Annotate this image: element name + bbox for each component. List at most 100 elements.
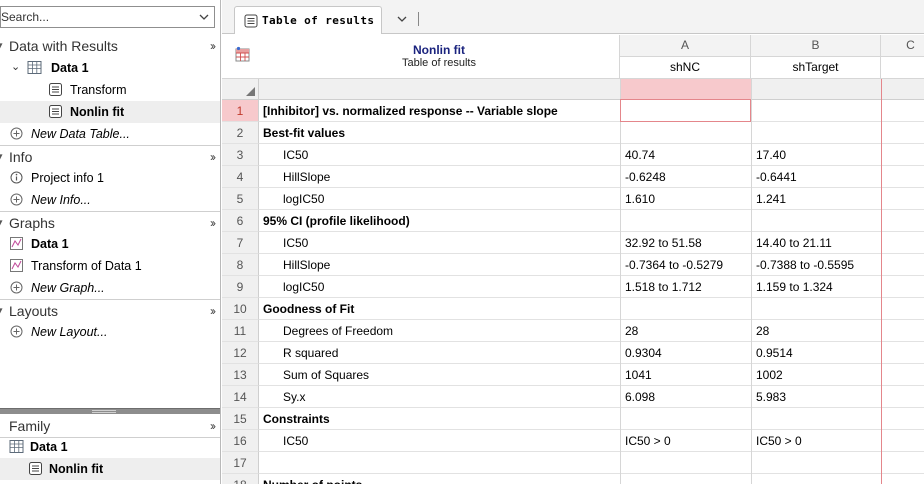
row-number[interactable]: 16 <box>222 430 259 452</box>
search-input[interactable]: Search... <box>0 6 215 28</box>
nav-item-nonlin-fit[interactable]: Nonlin fit <box>0 101 220 123</box>
row-label-cell[interactable]: Best-fit values <box>259 122 620 144</box>
nav-item-new-info[interactable]: New Info... <box>0 189 220 211</box>
section-info[interactable]: ▾ Info ›› <box>0 146 220 168</box>
value-cell-shtarget[interactable]: -0.7388 to -0.5595 <box>751 254 881 276</box>
column-b-band[interactable] <box>751 79 881 100</box>
row-label-cell[interactable]: Sy.x <box>259 386 620 408</box>
section-data-with-results[interactable]: ▾ Data with Results ›› <box>0 35 220 57</box>
row-label-cell[interactable]: Sum of Squares <box>259 364 620 386</box>
row-number[interactable]: 2 <box>222 122 259 144</box>
value-cell-shnc[interactable] <box>620 452 751 474</box>
section-collapse-icon[interactable]: ▾ <box>0 216 3 229</box>
tab-list-chevron-icon[interactable] <box>396 13 408 25</box>
nav-item-graph-transform[interactable]: Transform of Data 1 <box>0 255 220 277</box>
row-number[interactable]: 18 <box>222 474 259 484</box>
value-cell-shnc[interactable]: 0.9304 <box>620 342 751 364</box>
nav-item-new-graph[interactable]: New Graph... <box>0 277 220 299</box>
column-letter-b[interactable]: B <box>751 35 881 57</box>
value-cell-shtarget[interactable]: 1002 <box>751 364 881 386</box>
section-expand-icon[interactable]: ›› <box>210 39 216 53</box>
value-cell-shtarget[interactable]: 28 <box>751 320 881 342</box>
chevron-down-icon[interactable] <box>198 11 210 23</box>
tree-expanded-icon[interactable]: ⌄ <box>11 60 20 73</box>
nav-item-transform[interactable]: Transform <box>0 79 220 101</box>
nav-item-new-layout[interactable]: New Layout... <box>0 321 220 343</box>
value-cell-shnc[interactable]: 1.610 <box>620 188 751 210</box>
value-cell-shnc[interactable]: -0.7364 to -0.5279 <box>620 254 751 276</box>
family-item-data-1[interactable]: Data 1 <box>0 436 220 458</box>
value-cell-shnc[interactable] <box>620 122 751 144</box>
row-label-cell[interactable]: Number of points <box>259 474 620 484</box>
nav-item-new-data-table[interactable]: New Data Table... <box>0 123 220 145</box>
row-label-cell[interactable]: IC50 <box>259 430 620 452</box>
section-expand-icon[interactable]: ›› <box>210 216 216 230</box>
row-label-cell[interactable]: [Inhibitor] vs. normalized response -- V… <box>259 100 620 122</box>
nav-item-project-info-1[interactable]: Project info 1 <box>0 167 220 189</box>
row-number[interactable]: 5 <box>222 188 259 210</box>
column-letter-a[interactable]: A <box>620 35 751 57</box>
value-cell-shtarget[interactable] <box>751 100 881 122</box>
column-c-band[interactable] <box>881 79 924 100</box>
row-label-cell[interactable]: logIC50 <box>259 276 620 298</box>
value-cell-shnc[interactable]: 1.518 to 1.712 <box>620 276 751 298</box>
value-cell-shnc[interactable]: IC50 > 0 <box>620 430 751 452</box>
value-cell-shnc[interactable]: 32.92 to 51.58 <box>620 232 751 254</box>
section-expand-icon[interactable]: ›› <box>210 150 216 164</box>
section-family[interactable]: Family ›› <box>0 415 220 437</box>
row-label-cell[interactable]: HillSlope <box>259 254 620 276</box>
value-cell-shtarget[interactable] <box>751 122 881 144</box>
value-cell-shtarget[interactable]: 14.40 to 21.11 <box>751 232 881 254</box>
value-cell-shtarget[interactable] <box>751 452 881 474</box>
row-number[interactable]: 8 <box>222 254 259 276</box>
value-cell-shtarget[interactable]: 17.40 <box>751 144 881 166</box>
value-cell-shtarget[interactable]: -0.6441 <box>751 166 881 188</box>
section-layouts[interactable]: ▾ Layouts ›› <box>0 300 220 322</box>
row-number[interactable]: 1 <box>222 100 259 122</box>
section-collapse-icon[interactable]: ▾ <box>0 39 3 52</box>
column-name-c[interactable] <box>881 57 924 79</box>
row-number[interactable]: 6 <box>222 210 259 232</box>
row-label-cell[interactable]: Degrees of Freedom <box>259 320 620 342</box>
value-cell-shtarget[interactable] <box>751 210 881 232</box>
section-graphs[interactable]: ▾ Graphs ›› <box>0 212 220 234</box>
value-cell-shnc[interactable]: 6.098 <box>620 386 751 408</box>
value-cell-shnc[interactable] <box>620 210 751 232</box>
selected-cell-outline[interactable] <box>620 99 751 122</box>
value-cell-shnc[interactable] <box>620 408 751 430</box>
value-cell-shtarget[interactable] <box>751 408 881 430</box>
section-expand-icon[interactable]: ›› <box>210 304 216 318</box>
value-cell-shtarget[interactable]: 1.241 <box>751 188 881 210</box>
value-cell-shnc[interactable] <box>620 298 751 320</box>
row-number[interactable]: 13 <box>222 364 259 386</box>
row-number[interactable]: 15 <box>222 408 259 430</box>
row-number[interactable]: 9 <box>222 276 259 298</box>
row-number[interactable]: 10 <box>222 298 259 320</box>
select-all-corner[interactable] <box>222 79 259 100</box>
column-name-b[interactable]: shTarget <box>751 57 881 79</box>
row-number[interactable]: 4 <box>222 166 259 188</box>
splitter-grip-icon[interactable] <box>92 410 116 413</box>
row-number[interactable]: 3 <box>222 144 259 166</box>
section-collapse-icon[interactable]: ▾ <box>0 304 3 317</box>
row-label-cell[interactable] <box>259 452 620 474</box>
row-number[interactable]: 12 <box>222 342 259 364</box>
column-letter-c[interactable]: C <box>881 35 924 57</box>
row-number[interactable]: 11 <box>222 320 259 342</box>
value-cell-shnc[interactable]: 1041 <box>620 364 751 386</box>
row-number[interactable]: 14 <box>222 386 259 408</box>
value-cell-shnc[interactable]: 28 <box>620 320 751 342</box>
value-cell-shtarget[interactable]: IC50 > 0 <box>751 430 881 452</box>
row-label-cell[interactable]: IC50 <box>259 232 620 254</box>
section-collapse-icon[interactable]: ▾ <box>0 150 3 163</box>
value-cell-shtarget[interactable]: 1.159 to 1.324 <box>751 276 881 298</box>
row-number[interactable]: 7 <box>222 232 259 254</box>
nav-item-graph-data-1[interactable]: Data 1 <box>0 233 220 255</box>
column-name-a[interactable]: shNC <box>620 57 751 79</box>
panel-splitter[interactable] <box>0 408 220 414</box>
value-cell-shtarget[interactable]: 5.983 <box>751 386 881 408</box>
value-cell-shnc[interactable]: 40.74 <box>620 144 751 166</box>
row-label-cell[interactable]: IC50 <box>259 144 620 166</box>
tab-table-of-results[interactable]: Table of results <box>234 6 382 34</box>
value-cell-shtarget[interactable] <box>751 474 881 484</box>
